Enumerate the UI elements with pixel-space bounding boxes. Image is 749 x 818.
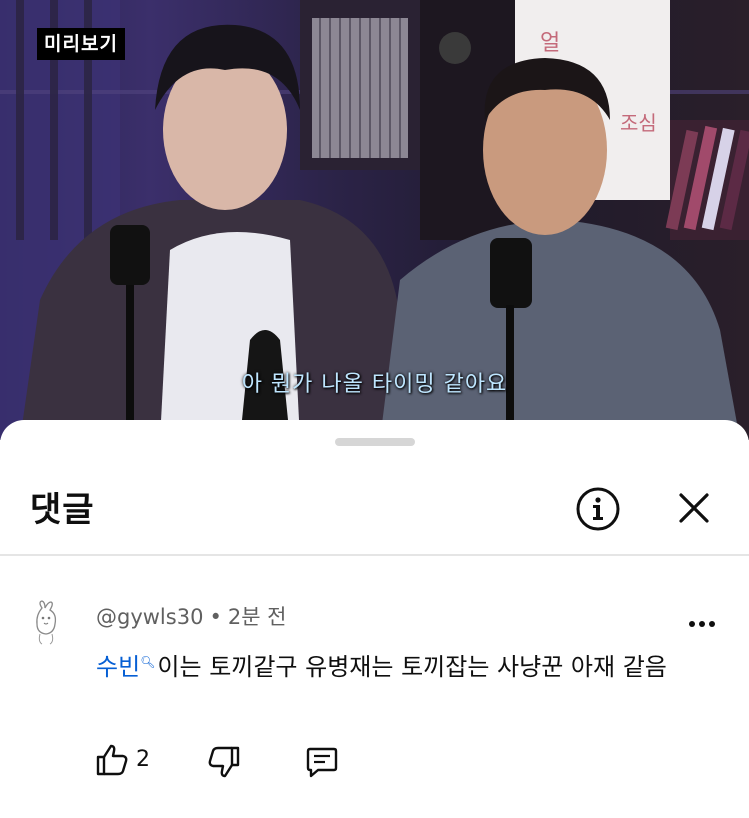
svg-text:얼: 얼 [540, 31, 560, 56]
video-subtitle: 아 뭔가 나올 타이밍 같아요 [241, 372, 508, 397]
more-vert-icon [689, 621, 715, 627]
reply-button[interactable] [304, 744, 340, 780]
comment-text: 수빈🔍︎이는 토끼같구 유병재는 토끼잡는 사냥꾼 아재 같음 [96, 640, 696, 690]
comment-time: 2분 전 [227, 605, 287, 629]
like-button[interactable] [94, 742, 130, 778]
drag-handle[interactable] [335, 438, 415, 446]
header-divider [0, 554, 749, 556]
close-button[interactable] [676, 490, 712, 526]
close-icon [679, 493, 709, 523]
mention-label: 수빈 [96, 653, 141, 681]
comment-author[interactable]: @gywls30 [96, 605, 203, 629]
more-options-button[interactable] [684, 614, 720, 634]
meta-separator: • [209, 605, 222, 629]
comment-reply-icon [306, 747, 338, 778]
like-count: 2 [136, 747, 150, 772]
comment-meta: @gywls30 • 2분 전 [96, 601, 287, 631]
thumb-down-icon [208, 746, 240, 778]
sheet-title: 댓글 [30, 490, 95, 530]
comment-content: 이는 토끼같구 유병재는 토끼잡는 사냥꾼 아재 같음 [157, 653, 667, 681]
info-button[interactable] [575, 486, 621, 532]
svg-text:조심: 조심 [620, 111, 657, 135]
comments-sheet: 댓글 @gywls30 • 2분 전 수빈🔍︎이는 토끼같구 유병재는 토끼잡는… [0, 420, 749, 818]
video-preview[interactable]: 얼 조심 미리보기 아 뭔가 나올 타이밍 같아요 [0, 0, 749, 440]
search-icon: 🔍︎ [140, 655, 156, 669]
dislike-button[interactable] [206, 744, 242, 780]
avatar[interactable] [28, 600, 68, 646]
thumb-up-icon [96, 744, 128, 776]
info-circle-icon [576, 487, 620, 531]
mention-link[interactable]: 수빈🔍︎ [96, 653, 157, 681]
preview-badge: 미리보기 [37, 28, 125, 60]
